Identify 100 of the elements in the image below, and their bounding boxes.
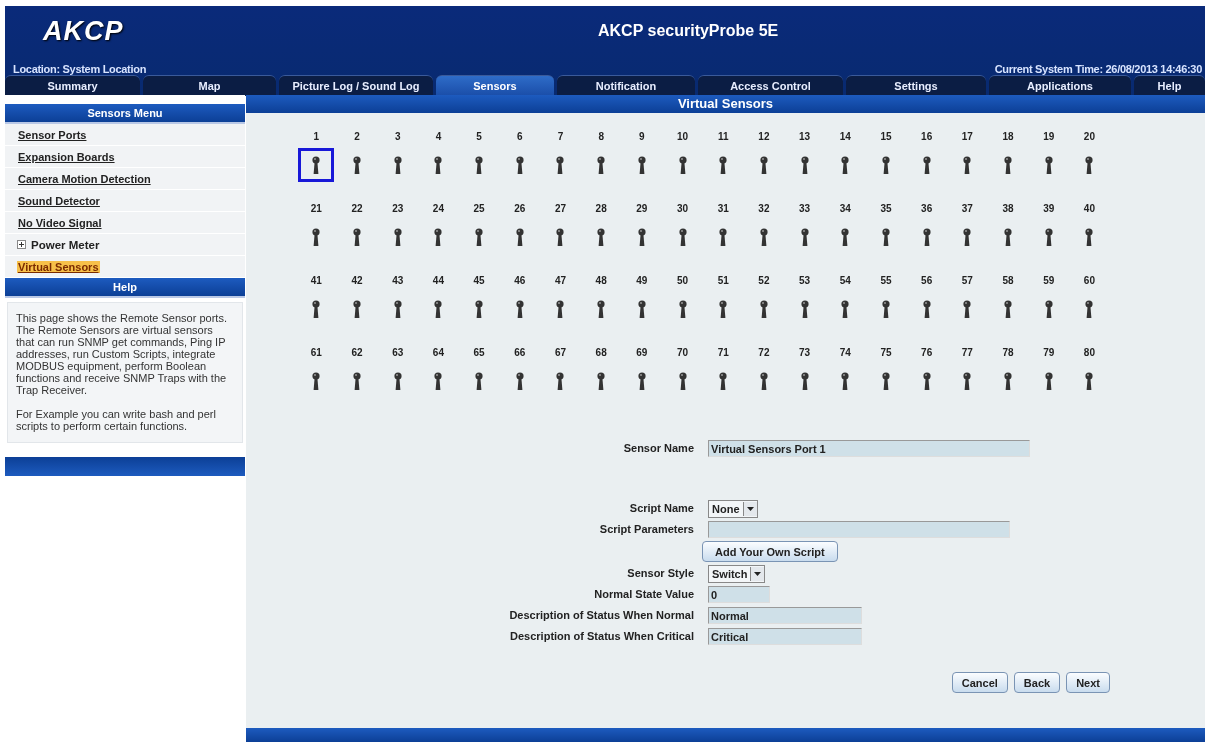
port-number: 38 (1001, 202, 1015, 216)
keyhole-icon (391, 299, 404, 319)
sensor-port[interactable] (298, 148, 335, 182)
port-number: 63 (391, 346, 405, 360)
keyhole-icon (513, 299, 526, 319)
keyhole-icon (920, 227, 933, 247)
field-label: Script Parameters (598, 522, 694, 537)
input-field[interactable]: 0 (708, 586, 770, 603)
keyhole-icon (432, 371, 445, 391)
port-number: 42 (350, 274, 364, 288)
nav-tab[interactable]: Summary (5, 75, 140, 96)
port-number: 18 (1001, 130, 1015, 144)
port-number: 7 (556, 130, 565, 144)
location-label: Location: System Location (13, 63, 147, 75)
port-number: 77 (960, 346, 974, 360)
nav-tab[interactable]: Map (143, 75, 276, 96)
keyhole-icon (839, 227, 852, 247)
nav-tab[interactable]: Sensors (436, 75, 554, 96)
port-number: 70 (675, 346, 690, 360)
menu-header: Sensors Menu (5, 104, 245, 124)
menu-item[interactable]: Power Meter (31, 238, 100, 251)
keyhole-icon (635, 227, 648, 247)
keyhole-icon (473, 227, 486, 247)
keyhole-icon (1042, 299, 1055, 319)
action-button[interactable]: Cancel (951, 672, 1008, 693)
keyhole-icon (961, 299, 974, 319)
dropdown[interactable]: Switch (708, 564, 766, 583)
keyhole-icon (717, 371, 730, 391)
port-number: 11 (716, 130, 730, 144)
app-title: AKCP securityProbe 5E (597, 22, 779, 40)
port-number: 57 (960, 274, 974, 288)
keyhole-icon (473, 371, 486, 391)
port-number: 36 (920, 202, 934, 216)
action-button[interactable]: Next (1066, 672, 1110, 693)
port-number: 61 (309, 346, 323, 360)
menu-link[interactable]: Virtual Sensors (17, 260, 100, 273)
action-button[interactable]: Back (1013, 672, 1061, 693)
keyhole-icon (879, 371, 892, 391)
port-number: 44 (431, 274, 445, 288)
port-number: 17 (960, 130, 974, 144)
port-number: 9 (638, 130, 646, 144)
port-number: 72 (757, 346, 771, 360)
keyhole-icon (351, 227, 364, 247)
add-script-button[interactable]: Add Your Own Script (702, 541, 838, 562)
port-number: 23 (391, 202, 405, 216)
port-number: 19 (1042, 130, 1056, 144)
system-time: Current System Time: 26/08/2013 14:46:30 (994, 63, 1202, 75)
nav-tab[interactable]: Settings (846, 75, 986, 96)
nav-tab[interactable]: Notification (557, 75, 695, 96)
port-number: 75 (879, 346, 893, 360)
field-label: Normal State Value (593, 587, 694, 602)
port-number: 26 (513, 202, 527, 216)
keyhole-icon (513, 155, 526, 175)
port-number: 32 (757, 202, 771, 216)
keyhole-icon (1042, 155, 1055, 175)
keyhole-icon (595, 155, 608, 175)
keyhole-icon (798, 299, 811, 319)
caret-icon (746, 506, 754, 511)
keyhole-icon (1083, 155, 1096, 175)
keyhole-icon (879, 155, 892, 175)
port-number: 45 (472, 274, 486, 288)
input-field[interactable]: Normal (708, 607, 862, 624)
keyhole-icon (757, 371, 770, 391)
keyhole-icon (1083, 371, 1096, 391)
caret-icon (754, 571, 762, 576)
port-number: 25 (472, 202, 486, 216)
port-number: 48 (594, 274, 608, 288)
nav-tab[interactable]: Help (1134, 75, 1205, 96)
keyhole-icon (391, 227, 404, 247)
keyhole-icon (1002, 155, 1015, 175)
port-number: 43 (391, 274, 405, 288)
input-field[interactable] (708, 521, 1010, 538)
port-number: 46 (513, 274, 527, 288)
menu-link[interactable]: Sensor Ports (17, 128, 88, 141)
help-text: For Example you can write bash and perl scripts to perform certain functions. (16, 408, 217, 432)
keyhole-icon (432, 155, 445, 175)
nav-tab[interactable]: Access Control (698, 75, 843, 96)
nav-tab[interactable]: Picture Log / Sound Log (279, 75, 433, 96)
keyhole-icon (798, 227, 811, 247)
keyhole-icon (1002, 227, 1015, 247)
keyhole-icon (798, 155, 811, 175)
input-field[interactable]: Critical (708, 628, 862, 645)
port-number: 15 (879, 130, 893, 144)
keyhole-icon (635, 155, 648, 175)
port-number: 31 (716, 202, 730, 216)
keyhole-icon (1042, 371, 1055, 391)
port-number: 13 (798, 130, 812, 144)
keyhole-icon (595, 227, 608, 247)
port-number: 64 (431, 346, 445, 360)
port-number: 4 (434, 130, 443, 144)
nav-tab[interactable]: Applications (989, 75, 1131, 96)
keyhole-icon (717, 227, 730, 247)
port-number: 66 (513, 346, 527, 360)
port-number: 5 (475, 130, 483, 144)
dropdown[interactable]: None (708, 499, 758, 518)
keyhole-icon (920, 299, 933, 319)
port-number: 78 (1001, 346, 1015, 360)
port-number: 53 (798, 274, 812, 288)
keyhole-icon (676, 299, 689, 319)
input-field[interactable]: Virtual Sensors Port 1 (708, 440, 1030, 457)
